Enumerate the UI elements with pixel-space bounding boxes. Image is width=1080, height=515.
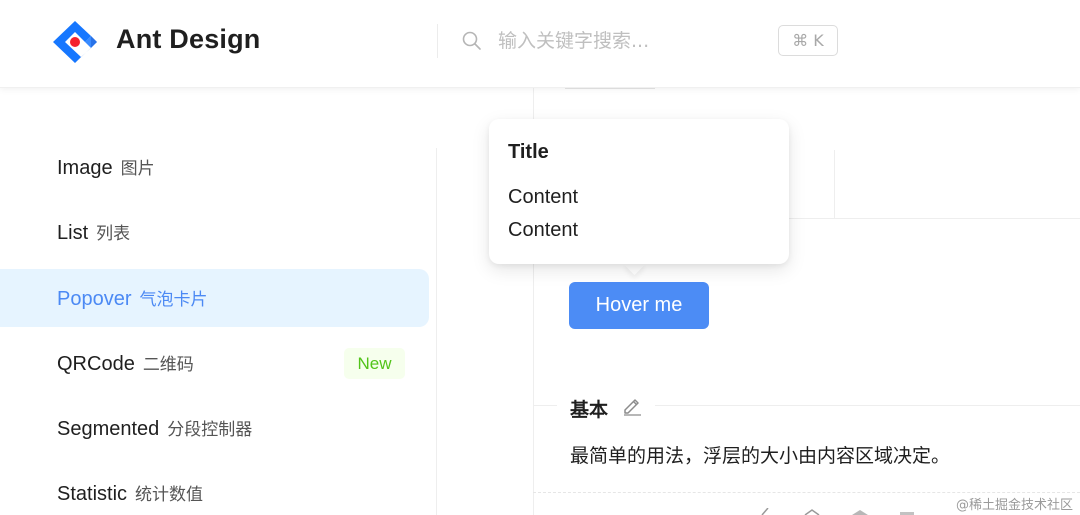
sidebar-item-label: Popover 气泡卡片 bbox=[57, 285, 208, 311]
top-header: Ant Design ⌘ K bbox=[0, 0, 1080, 88]
popover-title: Title bbox=[508, 141, 549, 163]
hover-me-button[interactable]: Hover me bbox=[569, 282, 709, 329]
sidebar-item-label-en: QRCode bbox=[57, 353, 135, 375]
sidebar-item-label-zh: 图片 bbox=[120, 159, 155, 179]
sidebar-item-popover[interactable]: Popover 气泡卡片 bbox=[0, 269, 429, 327]
sidebar-item-label-zh: 二维码 bbox=[142, 355, 194, 375]
sidebar-item-label-zh: 气泡卡片 bbox=[139, 290, 208, 310]
sidebar-item-label-en: Image bbox=[57, 157, 113, 179]
sidebar-item-label-en: Popover bbox=[57, 288, 132, 310]
sidebar-item-label-en: Statistic bbox=[57, 483, 128, 505]
sidebar-item-segmented[interactable]: Segmented 分段控制器 bbox=[0, 399, 429, 457]
sidebar-item-label-zh: 列表 bbox=[96, 224, 131, 244]
brand-title[interactable]: Ant Design bbox=[116, 24, 261, 55]
popover-card: Title Content Content bbox=[489, 119, 789, 264]
sidebar-item-label: QRCode 二维码 bbox=[57, 350, 194, 376]
sidebar-item-statistic[interactable]: Statistic 统计数值 bbox=[0, 464, 429, 515]
search-input[interactable] bbox=[498, 26, 758, 56]
demo-description: 最简单的用法，浮层的大小由内容区域决定。 bbox=[570, 445, 951, 467]
search-shortcut-badge: ⌘ K bbox=[778, 25, 838, 56]
sidebar-divider bbox=[436, 148, 437, 515]
header-divider bbox=[437, 24, 438, 58]
sidebar-item-qrcode[interactable]: QRCode 二维码 New bbox=[0, 334, 429, 392]
ant-design-logo[interactable] bbox=[50, 18, 100, 66]
popover-content-line: Content bbox=[508, 219, 579, 241]
section-rule-left bbox=[533, 405, 557, 406]
sidebar-item-label-zh: 统计数值 bbox=[135, 485, 204, 505]
watermark: @稀土掘金技术社区 bbox=[956, 498, 1074, 513]
sidebar-item-list[interactable]: List 列表 bbox=[0, 203, 429, 261]
sidebar-item-label-en: List bbox=[57, 222, 89, 244]
sidebar-item-label-en: Segmented bbox=[57, 418, 160, 440]
code-action-icons[interactable] bbox=[760, 508, 920, 515]
sidebar-item-label-zh: 分段控制器 bbox=[167, 420, 253, 440]
search-icon bbox=[462, 31, 481, 50]
edit-icon[interactable] bbox=[621, 394, 643, 416]
sidebar-item-label: Image 图片 bbox=[57, 154, 155, 180]
section-rule-right bbox=[655, 405, 1080, 406]
demo-card-inner-divider bbox=[834, 150, 835, 218]
sidebar-item-image[interactable]: Image 图片 bbox=[0, 138, 429, 196]
new-badge: New bbox=[344, 348, 405, 379]
code-actions-divider bbox=[533, 492, 1080, 493]
sidebar-item-label: Statistic 统计数值 bbox=[57, 480, 203, 506]
popover-content-line: Content bbox=[508, 186, 579, 208]
demo-card-top-tab bbox=[565, 88, 655, 89]
sidebar-item-label: List 列表 bbox=[57, 219, 130, 245]
demo-section-title: 基本 bbox=[570, 395, 615, 422]
sidebar-item-label: Segmented 分段控制器 bbox=[57, 415, 252, 441]
